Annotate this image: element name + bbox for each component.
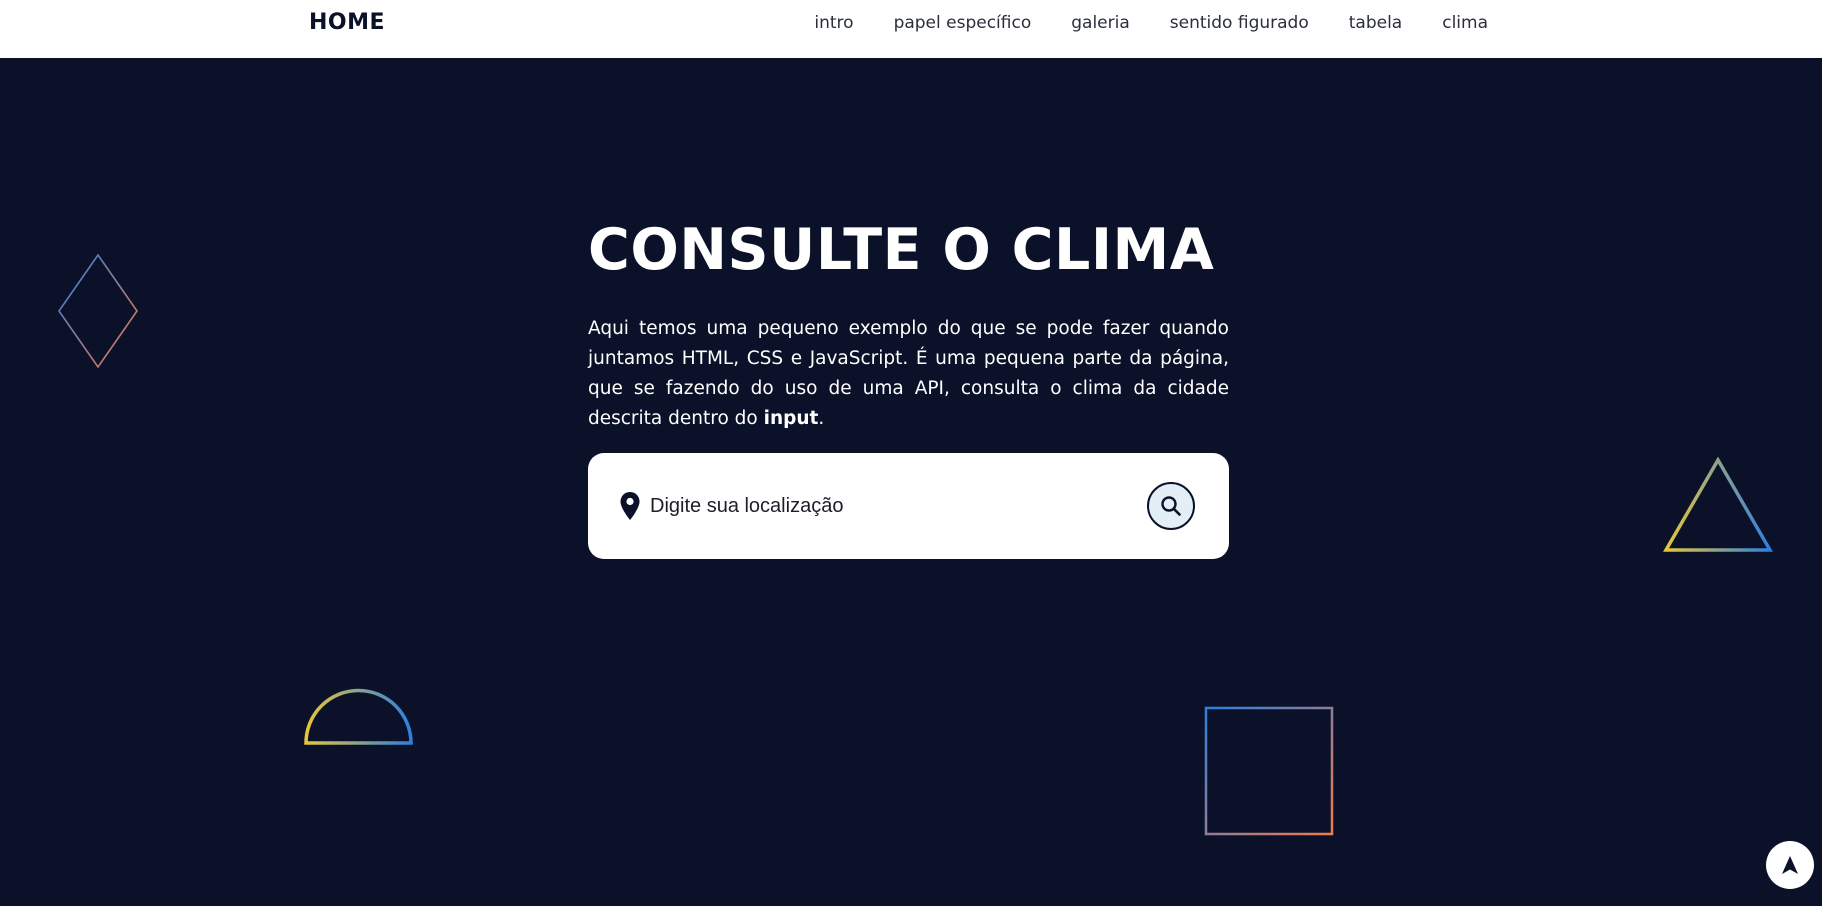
semicircle-shape (304, 688, 413, 745)
triangle-shape (1663, 457, 1773, 552)
location-pin-icon (620, 492, 640, 520)
hero-description-emphasis: input (763, 408, 819, 429)
nav-link-intro[interactable]: intro (814, 10, 853, 36)
diamond-shape (58, 253, 138, 369)
arrow-up-icon (1782, 856, 1798, 874)
nav-link-galeria[interactable]: galeria (1071, 10, 1130, 36)
nav-link-sentido-figurado[interactable]: sentido figurado (1170, 10, 1309, 36)
page-title: CONSULTE O CLIMA (588, 217, 1215, 283)
hero-description-text: Aqui temos uma pequeno exemplo do que se… (588, 318, 1229, 429)
nav-link-clima[interactable]: clima (1442, 10, 1488, 36)
top-navbar: HOME intro papel específico galeria sent… (0, 0, 1822, 58)
hero-description-end: . (818, 408, 825, 429)
search-button[interactable] (1147, 482, 1195, 530)
nav-link-papel-especifico[interactable]: papel específico (894, 10, 1032, 36)
nav-link-tabela[interactable]: tabela (1349, 10, 1402, 36)
home-link[interactable]: HOME (309, 10, 385, 36)
hero-description: Aqui temos uma pequeno exemplo do que se… (588, 314, 1229, 434)
location-input[interactable] (650, 487, 1130, 525)
main-nav: intro papel específico galeria sentido f… (814, 10, 1488, 36)
search-icon (1161, 496, 1181, 516)
location-search-box (588, 453, 1229, 559)
scroll-to-top-button[interactable] (1766, 841, 1814, 889)
square-shape (1204, 706, 1334, 836)
